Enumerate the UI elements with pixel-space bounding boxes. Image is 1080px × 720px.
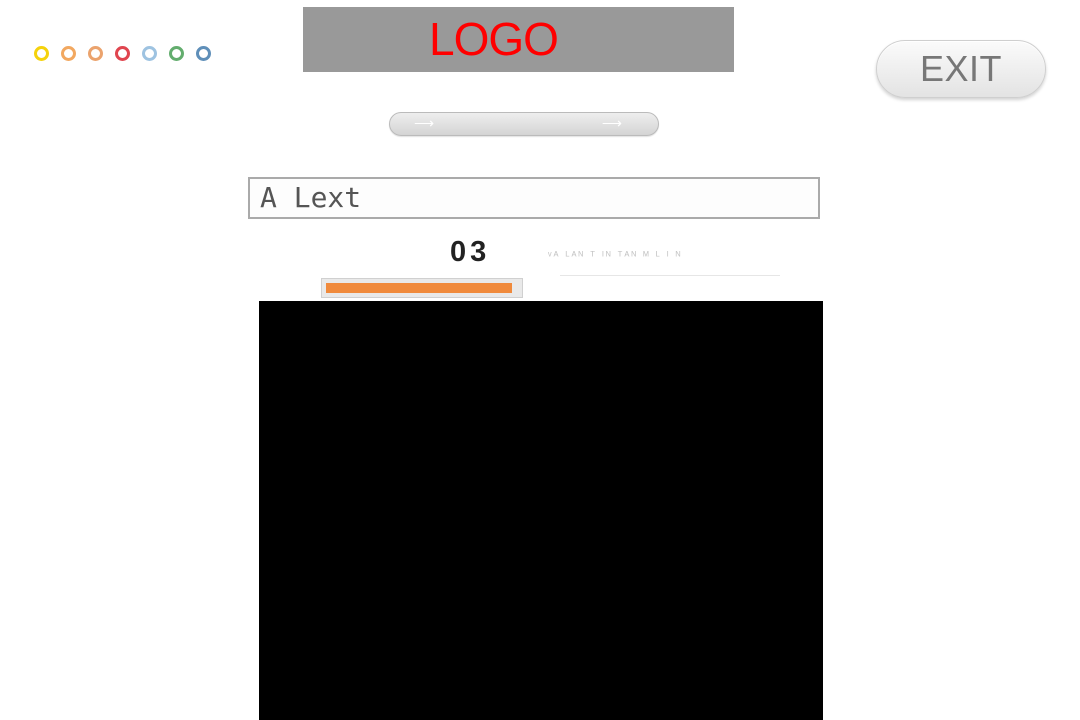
progress-dot: [196, 46, 211, 61]
divider: [560, 275, 780, 276]
app-screen: LOGO EXIT ⟶ ⟶ A Lext 03 ᵛᴬ ᴸᴬᴺ ᵀ ᴵᴺ ᵀᴬᴺ …: [0, 0, 1080, 720]
faint-caption: ᵛᴬ ᴸᴬᴺ ᵀ ᴵᴺ ᵀᴬᴺ ᴹ ᴸ ᴵ ᴺ: [548, 250, 683, 262]
logo-banner: LOGO: [303, 7, 734, 72]
progress-dot: [115, 46, 130, 61]
slider-control[interactable]: ⟶ ⟶: [389, 112, 659, 136]
text-field[interactable]: A Lext: [248, 177, 820, 219]
arrow-right-icon: ⟶: [601, 115, 622, 131]
counter: 03: [450, 236, 491, 268]
progress-dot: [169, 46, 184, 61]
progress-dot: [88, 46, 103, 61]
progress-dot: [61, 46, 76, 61]
progress-bar-fill: [326, 283, 512, 293]
logo-text: LOGO: [429, 13, 559, 65]
progress-dot: [34, 46, 49, 61]
exit-button[interactable]: EXIT: [876, 40, 1046, 98]
arrow-right-icon: ⟶: [414, 115, 435, 131]
progress-dot: [142, 46, 157, 61]
progress-dots: [34, 46, 211, 61]
progress-bar: [321, 278, 523, 298]
media-area[interactable]: [259, 301, 823, 720]
